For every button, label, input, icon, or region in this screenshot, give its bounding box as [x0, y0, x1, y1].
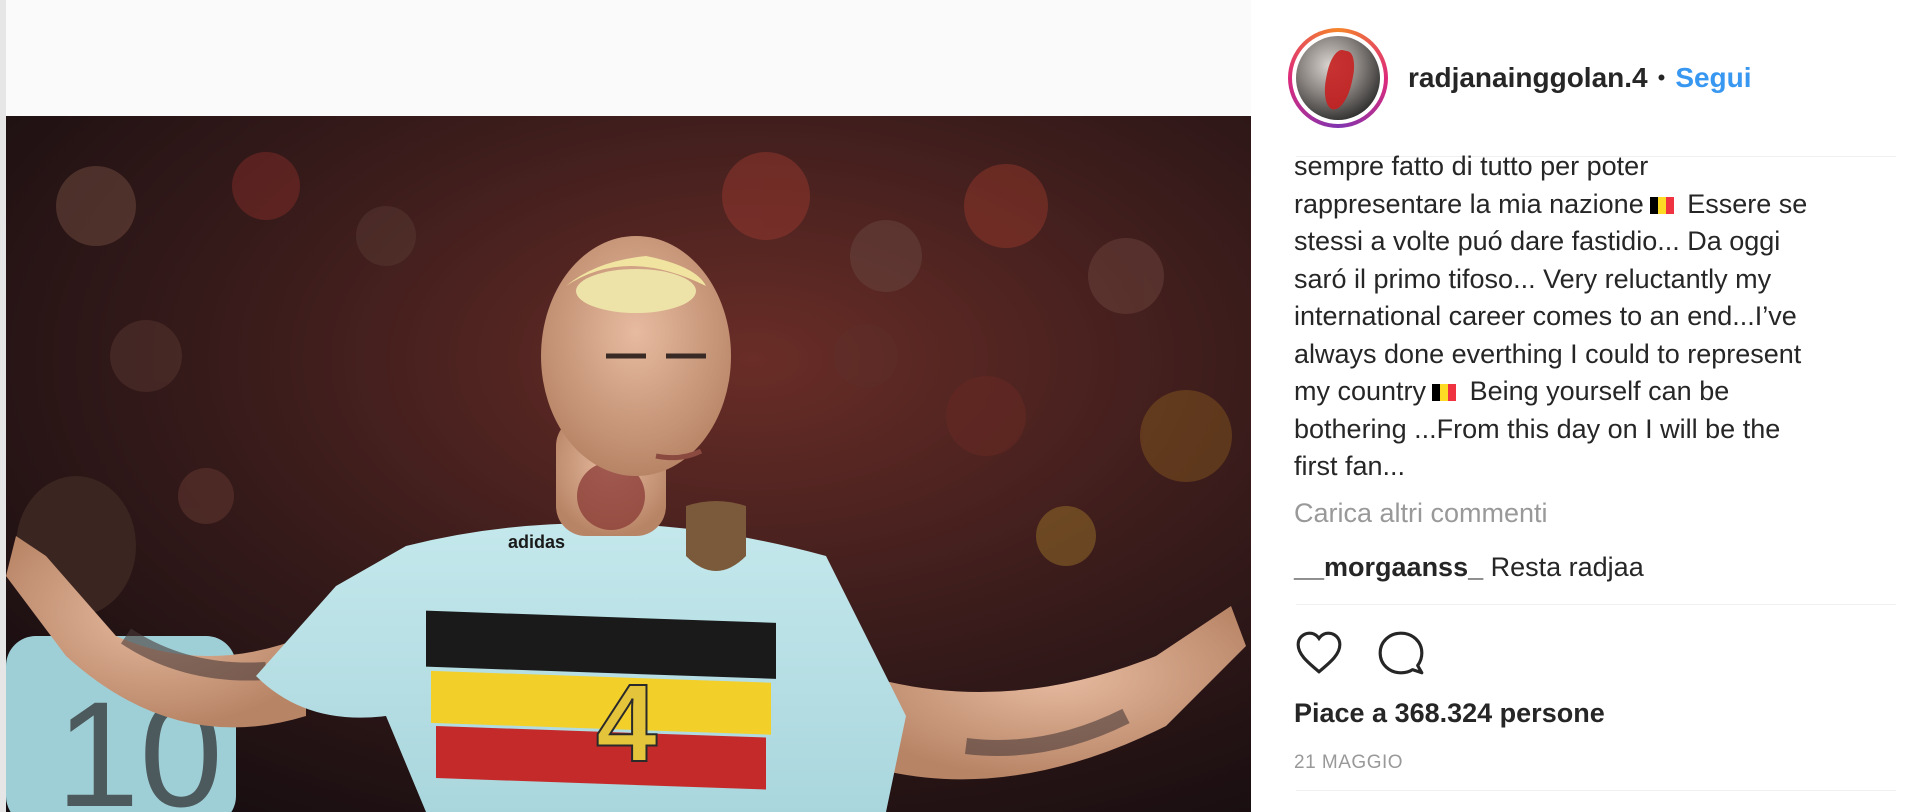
comment-text: Resta radjaa [1490, 552, 1644, 582]
photo-top-margin [6, 0, 1251, 116]
divider [1296, 604, 1896, 605]
comment-username[interactable]: __morgaanss_ [1294, 552, 1483, 582]
heart-icon[interactable] [1294, 628, 1344, 678]
avatar[interactable] [1296, 36, 1380, 120]
post-date[interactable]: 21 MAGGIO [1294, 752, 1403, 774]
caption-line: always done everthing I could to represe… [1294, 338, 1802, 369]
caption-fragment: Being yourself can be [1469, 376, 1730, 406]
username-link[interactable]: radjanainggolan.4 [1408, 62, 1648, 94]
belgium-flag-icon [1649, 187, 1674, 214]
caption-line: bothering ...From this day on I will be … [1294, 413, 1781, 444]
post-side-panel: radjanainggolan.4 • Segui sempre fatto d… [1251, 0, 1920, 812]
comment-icon[interactable] [1376, 628, 1426, 678]
likes-count[interactable]: Piace a 368.324 persone [1294, 698, 1605, 729]
avatar-story-ring[interactable] [1288, 28, 1388, 128]
caption-line: international career comes to an end...I… [1294, 301, 1797, 331]
belgium-flag-icon [1432, 374, 1457, 401]
jersey-number: 4 [596, 662, 657, 785]
photo-illustration: 10 4 adidas [6, 116, 1251, 812]
post-header: radjanainggolan.4 • Segui [1288, 26, 1898, 130]
post-actions [1294, 628, 1426, 678]
comment-item: __morgaanss_ Resta radjaa [1294, 552, 1644, 583]
load-more-comments-link[interactable]: Carica altri commenti [1294, 498, 1548, 529]
divider [1296, 790, 1896, 791]
caption-line: my country [1294, 376, 1427, 406]
post-photo[interactable]: 10 4 adidas [6, 116, 1251, 812]
post-caption: sempre fatto di tutto per poter rapprese… [1294, 148, 1894, 486]
caption-line: saró il primo tifoso... Very reluctantly… [1294, 263, 1772, 294]
header-separator: • [1657, 65, 1666, 90]
caption-line: first fan... [1294, 451, 1406, 481]
caption-fragment: Essere se [1687, 188, 1808, 219]
caption-line: stessi a volte puó dare fastidio... Da o… [1294, 226, 1781, 256]
caption-line: sempre fatto di tutto per poter [1294, 151, 1649, 181]
follow-button[interactable]: Segui [1675, 62, 1751, 94]
jersey-brand: adidas [508, 532, 565, 552]
caption-line: rappresentare la mia nazione [1294, 188, 1644, 219]
